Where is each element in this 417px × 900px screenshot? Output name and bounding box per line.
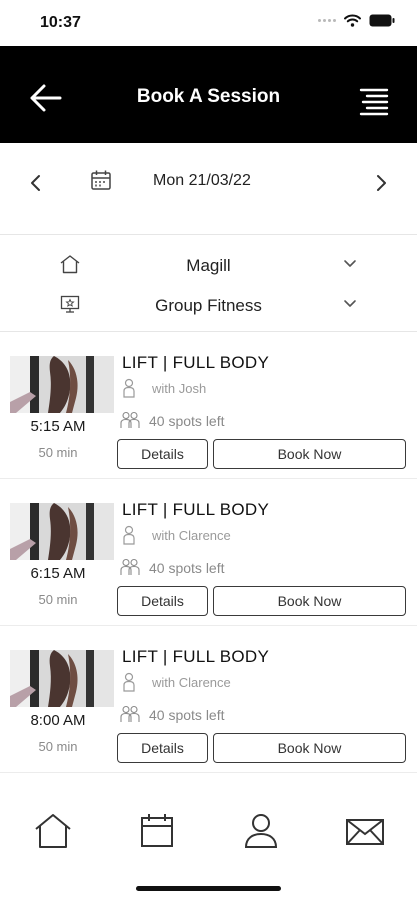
class-instructor: with Clarence <box>152 675 231 690</box>
book-now-button[interactable]: Book Now <box>213 586 406 616</box>
person-icon <box>123 525 135 545</box>
chevron-right-icon <box>377 175 386 191</box>
status-bar: 10:37 <box>0 0 417 46</box>
date-selector: Mon 21/03/22 <box>0 143 417 235</box>
class-thumbnail <box>10 356 114 413</box>
group-icon <box>120 411 140 428</box>
calendar-icon[interactable] <box>90 169 112 191</box>
class-thumbnail <box>10 503 114 560</box>
class-title: LIFT | FULL BODY <box>122 500 270 519</box>
home-indicator <box>136 886 281 891</box>
spots-left: 40 spots left <box>149 707 225 723</box>
class-card: 8:00 AM 50 min LIFT | FULL BODY with Cla… <box>0 626 417 773</box>
chevron-down-icon <box>344 260 356 267</box>
class-duration: 50 min <box>38 445 78 460</box>
class-card: 5:15 AM 50 min LIFT | FULL BODY with Jos… <box>0 332 417 479</box>
next-day-button[interactable] <box>371 171 391 195</box>
chevron-down-icon <box>344 300 356 307</box>
spots-left: 40 spots left <box>149 413 225 429</box>
selected-date[interactable]: Mon 21/03/22 <box>153 172 251 190</box>
bottom-nav <box>0 790 417 880</box>
chevron-left-icon <box>31 175 40 191</box>
menu-button[interactable] <box>355 86 391 116</box>
menu-icon <box>359 88 389 116</box>
location-filter[interactable]: Magill <box>0 245 417 285</box>
class-card: 6:15 AM 50 min LIFT | FULL BODY with Cla… <box>0 479 417 626</box>
book-now-button[interactable]: Book Now <box>213 439 406 469</box>
filters-section: Magill Group Fitness <box>0 235 417 332</box>
status-time: 10:37 <box>40 14 81 31</box>
class-instructor: with Josh <box>152 381 207 396</box>
nav-calendar[interactable] <box>138 812 182 852</box>
profile-icon <box>244 814 278 848</box>
calendar-icon <box>141 814 173 847</box>
category-filter[interactable]: Group Fitness <box>0 285 417 325</box>
nav-profile[interactable] <box>242 812 286 852</box>
class-title: LIFT | FULL BODY <box>122 647 270 666</box>
book-now-button[interactable]: Book Now <box>213 733 406 763</box>
group-icon <box>120 705 140 722</box>
details-button[interactable]: Details <box>117 586 208 616</box>
person-icon <box>123 378 135 398</box>
mail-icon <box>346 819 384 845</box>
class-duration: 50 min <box>38 739 78 754</box>
battery-icon <box>369 14 395 27</box>
cellular-signal-icon <box>318 19 336 22</box>
app-header: Book A Session <box>0 46 417 143</box>
wifi-icon <box>344 14 361 27</box>
class-title: LIFT | FULL BODY <box>122 353 270 372</box>
class-duration: 50 min <box>38 592 78 607</box>
group-icon <box>120 558 140 575</box>
previous-day-button[interactable] <box>26 171 46 195</box>
details-button[interactable]: Details <box>117 439 208 469</box>
class-time: 5:15 AM <box>30 418 86 435</box>
nav-home[interactable] <box>33 812 77 852</box>
status-icons <box>318 14 395 27</box>
details-button[interactable]: Details <box>117 733 208 763</box>
class-instructor: with Clarence <box>152 528 231 543</box>
person-icon <box>123 672 135 692</box>
nav-messages[interactable] <box>345 812 389 852</box>
class-thumbnail <box>10 650 114 707</box>
class-time: 8:00 AM <box>30 712 86 729</box>
class-time: 6:15 AM <box>30 565 86 582</box>
home-icon <box>35 814 71 848</box>
spots-left: 40 spots left <box>149 560 225 576</box>
